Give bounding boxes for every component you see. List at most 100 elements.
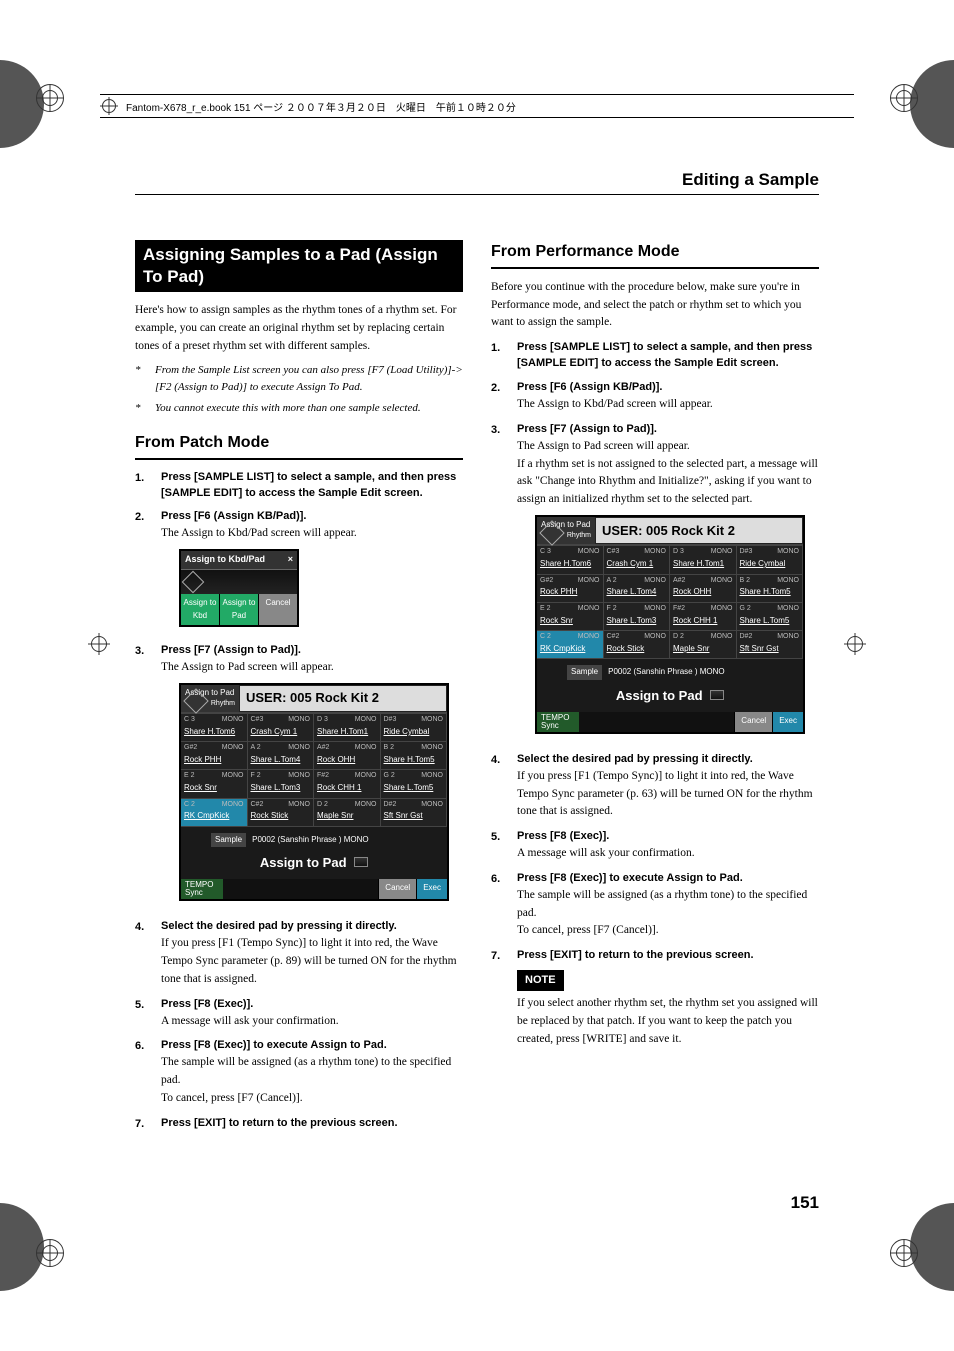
pad-cell: C 3MONO Share H.Tom6 (181, 714, 248, 742)
step-text: A message will ask your confirmation. (161, 1013, 463, 1031)
close-icon: × (288, 553, 293, 567)
page-content: Editing a Sample Assigning Samples to a … (135, 160, 819, 1211)
pad-cell: C#3MONO Crash Cym 1 (604, 546, 671, 574)
step-number: 3. (491, 422, 507, 744)
step-number: 1. (135, 470, 151, 502)
step-head: Press [F7 (Assign to Pad)]. (517, 422, 819, 438)
pad-cell: C 2MONO RK CmpKick (537, 631, 604, 659)
assign-to-pad-screenshot: Assign to PadRhythm USER: 005 Rock Kit 2… (179, 683, 449, 902)
assign-to-kbd-button: Assign to Kbd (181, 594, 220, 625)
book-header: Fantom-X678_r_e.book 151 ページ ２００７年３月２０日 … (100, 94, 854, 118)
pad-cell: G 2MONO Share L.Tom5 (381, 770, 448, 798)
step-text: The sample will be assigned (as a rhythm… (517, 887, 819, 923)
step-number: 2. (491, 380, 507, 414)
step-number: 7. (135, 1116, 151, 1133)
step-head: Press [SAMPLE LIST] to select a sample, … (161, 470, 463, 502)
step-text: To cancel, press [F7 (Cancel)]. (161, 1090, 463, 1108)
asterisk-icon: * (135, 362, 145, 396)
assign-kbd-pad-screenshot: Assign to Kbd/Pad × Assign to Kbd Assign … (179, 549, 299, 627)
pad-cell: G 2MONO Share L.Tom5 (737, 603, 804, 631)
step-head: Press [F6 (Assign KB/Pad)]. (161, 509, 463, 525)
footnote-2: * You cannot execute this with more than… (135, 400, 463, 417)
book-header-text: Fantom-X678_r_e.book 151 ページ ２００７年３月２０日 … (126, 99, 516, 114)
step-head: Press [F7 (Assign to Pad)]. (161, 643, 463, 659)
pad-cell: D#3MONO Ride Cymbal (737, 546, 804, 574)
step-number: 6. (135, 1038, 151, 1107)
pad-cell: A 2MONO Share L.Tom4 (604, 575, 671, 603)
nav-diamond-icon (182, 571, 205, 594)
step-1: 1. Press [SAMPLE LIST] to select a sampl… (135, 470, 463, 502)
step-number: 4. (491, 752, 507, 821)
step-5: 5. Press [F8 (Exec)]. A message will ask… (491, 829, 819, 863)
footnote-text: From the Sample List screen you can also… (155, 362, 463, 396)
pad-cell: A#2MONO Rock OHH (314, 742, 381, 770)
note-body: If you select another rhythm set, the rh… (517, 995, 819, 1048)
pad-cell: C#3MONO Crash Cym 1 (248, 714, 315, 742)
registration-icon (100, 97, 118, 115)
registration-mark-tl (36, 84, 64, 112)
step-6: 6. Press [F8 (Exec)] to execute Assign t… (135, 1038, 463, 1107)
step-text: The Assign to Kbd/Pad screen will appear… (161, 525, 463, 543)
step-3: 3. Press [F7 (Assign to Pad)]. The Assig… (491, 422, 819, 744)
pad-cell: F 2MONO Share L.Tom3 (604, 603, 671, 631)
pad-cell: C 3MONO Share H.Tom6 (537, 546, 604, 574)
step-number: 2. (135, 509, 151, 634)
pad-cell: G#2MONO Rock PHH (181, 742, 248, 770)
step-1: 1. Press [SAMPLE LIST] to select a sampl… (491, 340, 819, 372)
step-text: The Assign to Pad screen will appear. (517, 438, 819, 456)
step-number: 7. (491, 948, 507, 1048)
registration-cross-left (88, 633, 110, 655)
pad-cell: F 2MONO Share L.Tom3 (248, 770, 315, 798)
step-head: Select the desired pad by pressing it di… (161, 919, 463, 935)
step-head: Press [SAMPLE LIST] to select a sample, … (517, 340, 819, 372)
step-head: Press [F8 (Exec)] to execute Assign to P… (517, 871, 819, 887)
pad-cell: D 3MONO Share H.Tom1 (314, 714, 381, 742)
page-number: 151 (791, 1193, 819, 1213)
cancel-button: Cancel (259, 594, 297, 625)
screenshot-title: Assign to Kbd/Pad (185, 553, 265, 567)
patch-steps: 1. Press [SAMPLE LIST] to select a sampl… (135, 470, 463, 1133)
registration-mark-bl (36, 1239, 64, 1267)
step-6: 6. Press [F8 (Exec)] to execute Assign t… (491, 871, 819, 940)
step-number: 5. (491, 829, 507, 863)
pad-cell: D#2MONO Sft Snr Gst (381, 799, 448, 827)
step-text: If you press [F1 (Tempo Sync)] to light … (161, 935, 463, 988)
step-number: 4. (135, 919, 151, 988)
assign-to-pad-button: Assign to Pad (220, 594, 259, 625)
pad-cell: D 2MONO Maple Snr (314, 799, 381, 827)
step-7: 7. Press [EXIT] to return to the previou… (135, 1116, 463, 1133)
perf-steps: 1. Press [SAMPLE LIST] to select a sampl… (491, 340, 819, 1048)
pad-cell: C#2MONO Rock Stick (604, 631, 671, 659)
step-text: To cancel, press [F7 (Cancel)]. (517, 922, 819, 940)
page-heading: Editing a Sample (135, 170, 819, 195)
step-number: 3. (135, 643, 151, 911)
step-text: The Assign to Kbd/Pad screen will appear… (517, 396, 819, 414)
step-head: Press [F8 (Exec)]. (161, 997, 463, 1013)
step-5: 5. Press [F8 (Exec)]. A message will ask… (135, 997, 463, 1031)
perf-intro: Before you continue with the procedure b… (491, 279, 819, 332)
footnote-text: You cannot execute this with more than o… (155, 400, 421, 417)
step-4: 4. Select the desired pad by pressing it… (135, 919, 463, 988)
step-head: Select the desired pad by pressing it di… (517, 752, 819, 768)
step-text: The sample will be assigned (as a rhythm… (161, 1054, 463, 1090)
asterisk-icon: * (135, 400, 145, 417)
pad-cell: D#3MONO Ride Cymbal (381, 714, 448, 742)
step-head: Press [F6 (Assign KB/Pad)]. (517, 380, 819, 396)
pad-cell: E 2MONO Rock Snr (181, 770, 248, 798)
section-title: Assigning Samples to a Pad (Assign To Pa… (135, 240, 463, 292)
pad-cell: F#2MONO Rock CHH 1 (670, 603, 737, 631)
pad-cell: D 2MONO Maple Snr (670, 631, 737, 659)
left-column: Assigning Samples to a Pad (Assign To Pa… (135, 240, 463, 1211)
pad-cell: A 2MONO Share L.Tom4 (248, 742, 315, 770)
step-head: Press [F8 (Exec)]. (517, 829, 819, 845)
pad-cell: C 2MONO RK CmpKick (181, 799, 248, 827)
step-head: Press [EXIT] to return to the previous s… (161, 1116, 463, 1132)
step-number: 6. (491, 871, 507, 940)
registration-mark-tr (890, 84, 918, 112)
step-head: Press [EXIT] to return to the previous s… (517, 948, 819, 964)
step-number: 1. (491, 340, 507, 372)
footnote-1: * From the Sample List screen you can al… (135, 362, 463, 396)
pad-cell: A#2MONO Rock OHH (670, 575, 737, 603)
step-text: If a rhythm set is not assigned to the s… (517, 456, 819, 509)
step-4: 4. Select the desired pad by pressing it… (491, 752, 819, 821)
